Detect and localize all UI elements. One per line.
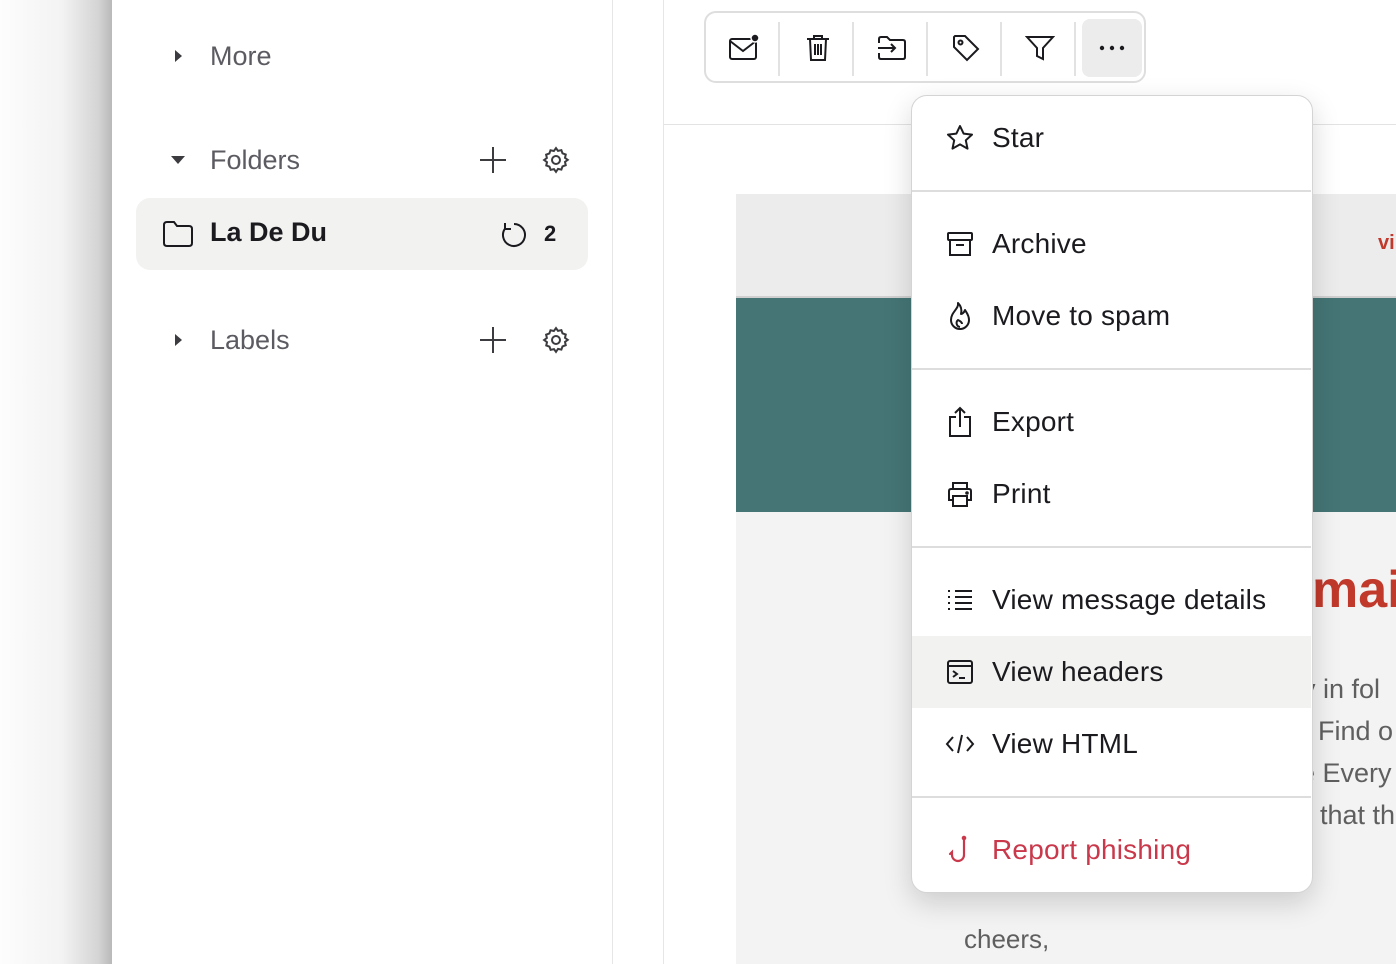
add-label-button[interactable] xyxy=(473,320,513,360)
menu-item-star[interactable]: Star xyxy=(912,102,1311,174)
caret-right-icon xyxy=(168,330,188,350)
sidebar-more[interactable]: More xyxy=(112,28,612,84)
hook-icon xyxy=(944,834,976,866)
email-text-line: y in fol xyxy=(1302,674,1381,704)
ellipsis-icon xyxy=(1099,45,1125,51)
code-icon xyxy=(944,728,976,760)
gear-icon xyxy=(542,326,570,354)
toolbar-separator xyxy=(1000,22,1002,76)
filter-icon xyxy=(1025,36,1055,61)
email-text-line: that th xyxy=(1320,800,1396,830)
printer-icon xyxy=(944,478,976,510)
menu-item-label: View headers xyxy=(992,656,1164,687)
folder-settings-button[interactable] xyxy=(536,140,576,180)
list-divider-column xyxy=(613,0,664,964)
sidebar: More Folders La De Du 2 Labels xyxy=(112,0,613,964)
email-text-line: e Every xyxy=(1300,758,1392,788)
menu-item-label: Move to spam xyxy=(992,300,1171,331)
list-icon xyxy=(944,584,976,616)
menu-separator xyxy=(912,796,1311,798)
envelope-dot-icon xyxy=(729,33,760,60)
more-options-button[interactable] xyxy=(1082,19,1142,77)
add-folder-button[interactable] xyxy=(473,140,513,180)
more-options-menu: Star Archive Move to spam Export Print V… xyxy=(911,95,1313,893)
menu-item-print[interactable]: Print xyxy=(912,458,1311,530)
move-to-folder-button[interactable] xyxy=(862,19,922,77)
email-text-line: Find o xyxy=(1318,716,1394,746)
flame-icon xyxy=(944,300,976,332)
menu-item-report-phishing[interactable]: Report phishing xyxy=(912,814,1311,886)
menu-item-view-message-details[interactable]: View message details xyxy=(912,564,1311,636)
caret-right-icon xyxy=(168,46,188,66)
email-signoff: cheers, xyxy=(964,924,1050,954)
delete-button[interactable] xyxy=(788,19,848,77)
folder-name: La De Du xyxy=(210,217,328,247)
toolbar-separator xyxy=(852,22,854,76)
menu-item-label: View HTML xyxy=(992,728,1138,759)
menu-item-move-to-spam[interactable]: Move to spam xyxy=(912,280,1311,352)
terminal-window-icon xyxy=(944,656,976,688)
gear-icon xyxy=(542,146,570,174)
toolbar-separator xyxy=(778,22,780,76)
menu-item-label: Archive xyxy=(992,228,1087,259)
menu-item-view-html[interactable]: View HTML xyxy=(912,708,1311,780)
refresh-icon[interactable] xyxy=(498,219,530,251)
menu-item-label: Export xyxy=(992,406,1075,437)
menu-item-label: Print xyxy=(992,478,1051,509)
trash-icon xyxy=(807,35,829,61)
menu-item-archive[interactable]: Archive xyxy=(912,208,1311,280)
move-folder-icon xyxy=(878,36,906,60)
message-toolbar xyxy=(704,11,1146,83)
toolbar-separator xyxy=(926,22,928,76)
caret-down-icon xyxy=(168,150,188,170)
sidebar-more-label: More xyxy=(210,40,272,71)
menu-item-label: Star xyxy=(992,122,1045,153)
menu-separator xyxy=(912,546,1311,548)
menu-item-view-headers[interactable]: View headers xyxy=(912,636,1311,708)
plus-icon xyxy=(480,327,506,353)
folder-icon xyxy=(162,220,194,248)
sidebar-folders-header[interactable]: Folders xyxy=(112,132,612,188)
label-settings-button[interactable] xyxy=(536,320,576,360)
star-icon xyxy=(944,122,976,154)
mark-unread-button[interactable] xyxy=(714,19,774,77)
archive-box-icon xyxy=(944,228,976,260)
label-button[interactable] xyxy=(936,19,996,77)
menu-item-label: Report phishing xyxy=(992,834,1192,865)
tag-icon xyxy=(953,35,980,62)
menu-item-export[interactable]: Export xyxy=(912,386,1311,458)
export-share-icon xyxy=(944,406,976,438)
menu-separator xyxy=(912,368,1311,370)
email-heading-fragment: mai xyxy=(1312,561,1396,619)
toolbar-separator xyxy=(1074,22,1076,76)
plus-icon xyxy=(480,147,506,173)
sidebar-folders-label: Folders xyxy=(210,144,301,175)
sidebar-labels-header[interactable]: Labels xyxy=(112,312,612,368)
menu-separator xyxy=(912,190,1311,192)
folder-unread-count: 2 xyxy=(544,221,557,246)
window-edge-shadow xyxy=(0,0,112,964)
sidebar-labels-label: Labels xyxy=(210,324,290,355)
filter-button[interactable] xyxy=(1010,19,1070,77)
email-link-fragment[interactable]: vi xyxy=(1378,232,1395,255)
menu-item-label: View message details xyxy=(992,584,1267,615)
folder-item-la-de-du[interactable]: La De Du 2 xyxy=(136,198,588,270)
